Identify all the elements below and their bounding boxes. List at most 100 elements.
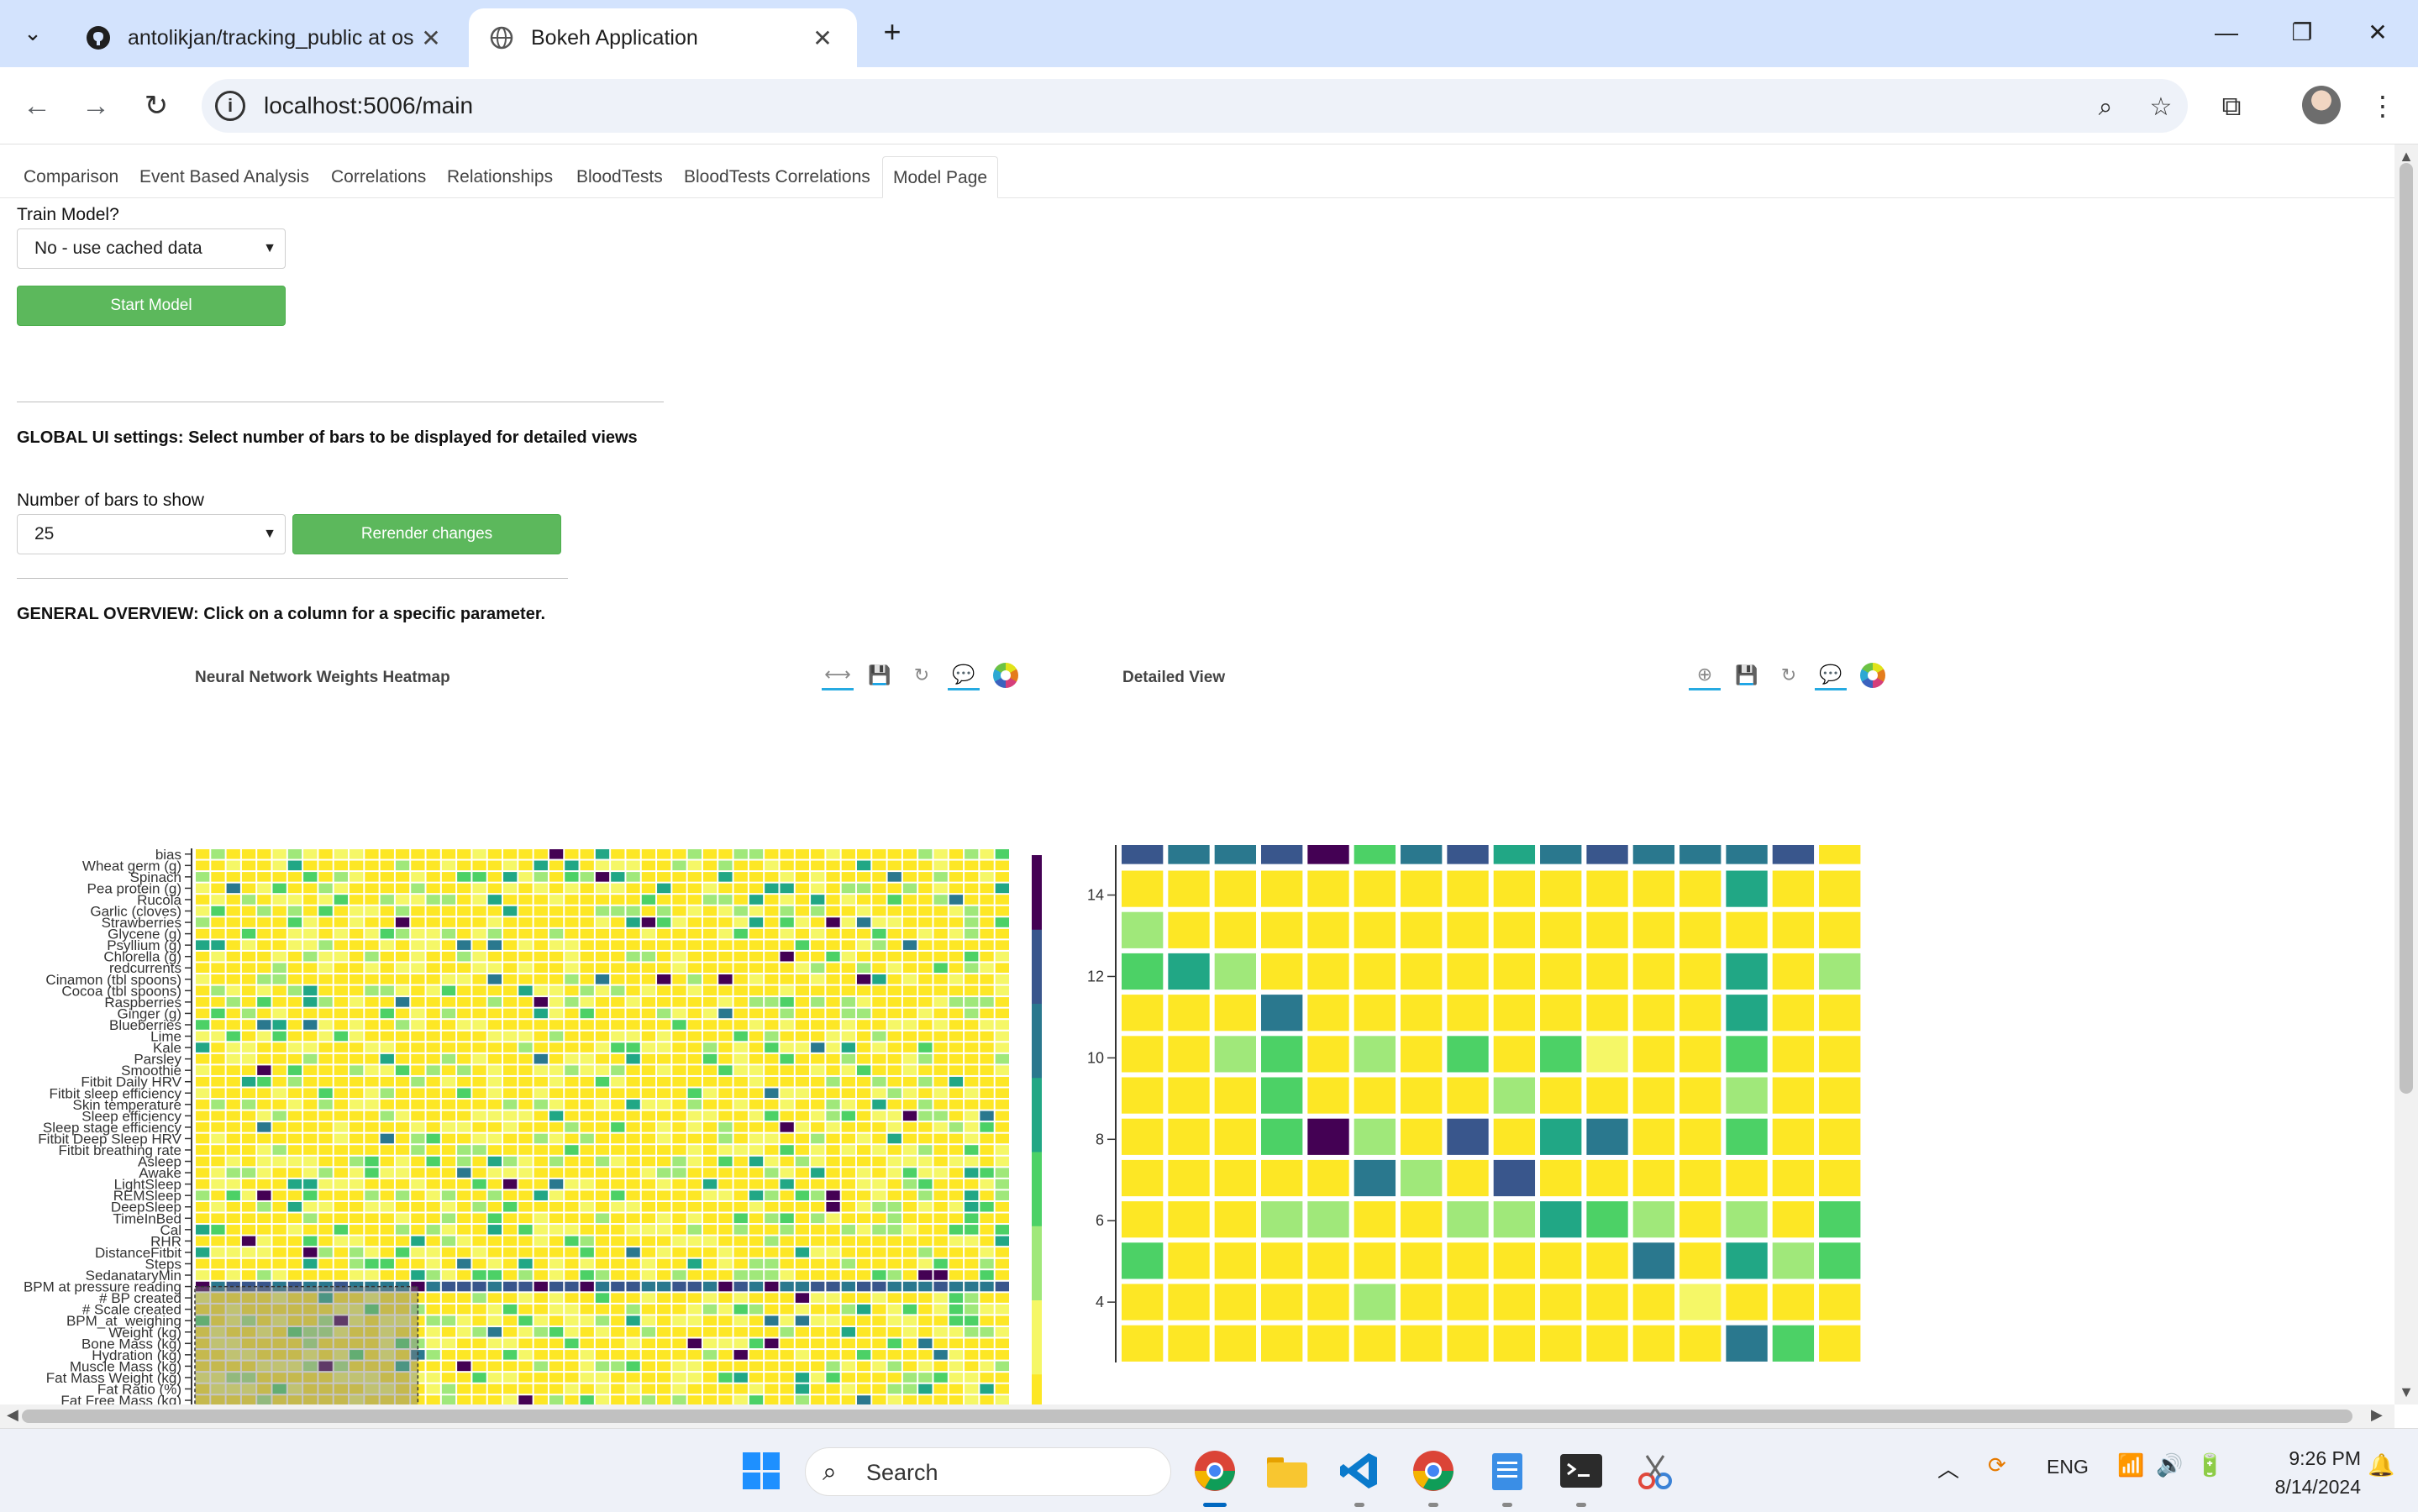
detail-cell[interactable] <box>1632 1242 1675 1279</box>
heatmap-cell[interactable] <box>918 1293 933 1303</box>
heatmap-cell[interactable] <box>780 974 794 984</box>
heatmap-cell[interactable] <box>257 1156 271 1167</box>
heatmap-cell[interactable] <box>811 1042 825 1053</box>
heatmap-cell[interactable] <box>365 1270 379 1280</box>
detail-cell[interactable] <box>1401 1118 1443 1155</box>
zoom-icon[interactable]: ⌕ <box>2089 91 2122 124</box>
heatmap-cell[interactable] <box>718 1338 733 1349</box>
heatmap-cell[interactable] <box>241 1088 256 1099</box>
heatmap-cell[interactable] <box>765 1076 779 1087</box>
heatmap-cell[interactable] <box>303 940 318 950</box>
detail-cell[interactable] <box>1168 870 1210 907</box>
heatmap-cell[interactable] <box>795 1179 810 1189</box>
heatmap-cell[interactable] <box>856 1133 871 1144</box>
heatmap-cell[interactable] <box>856 997 871 1007</box>
heatmap-cell[interactable] <box>196 1042 210 1053</box>
heatmap-cell[interactable] <box>795 860 810 871</box>
heatmap-cell[interactable] <box>626 1133 640 1144</box>
heatmap-cell[interactable] <box>503 1190 518 1200</box>
heatmap-cell[interactable] <box>811 1156 825 1167</box>
heatmap-cell[interactable] <box>672 1088 686 1099</box>
heatmap-cell[interactable] <box>933 1225 948 1235</box>
heatmap-cell[interactable] <box>380 1225 394 1235</box>
heatmap-cell[interactable] <box>457 928 471 939</box>
heatmap-cell[interactable] <box>733 872 748 882</box>
heatmap-cell[interactable] <box>626 928 640 939</box>
heatmap-cell[interactable] <box>765 974 779 984</box>
heatmap-cell[interactable] <box>749 1156 764 1167</box>
heatmap-cell[interactable] <box>995 1100 1009 1110</box>
heatmap-cell[interactable] <box>287 1042 302 1053</box>
heatmap-cell[interactable] <box>995 1053 1009 1064</box>
heatmap-cell[interactable] <box>395 1133 410 1144</box>
heatmap-cell[interactable] <box>702 1258 718 1269</box>
heatmap-cell[interactable] <box>350 1201 364 1212</box>
heatmap-cell[interactable] <box>503 860 518 871</box>
heatmap-cell[interactable] <box>687 906 702 916</box>
detail-cell[interactable] <box>1819 1325 1861 1362</box>
heatmap-cell[interactable] <box>318 951 333 962</box>
heatmap-cell[interactable] <box>395 951 410 962</box>
heatmap-cell[interactable] <box>841 1179 855 1189</box>
heatmap-cell[interactable] <box>672 906 686 916</box>
heatmap-cell[interactable] <box>965 1258 979 1269</box>
detail-cell[interactable] <box>1401 1036 1443 1073</box>
heatmap-cell[interactable] <box>887 1190 901 1200</box>
heatmap-cell[interactable] <box>995 1065 1009 1075</box>
heatmap-cell[interactable] <box>872 1373 886 1383</box>
heatmap-cell[interactable] <box>303 1190 318 1200</box>
heatmap-cell[interactable] <box>826 1042 840 1053</box>
heatmap-cell[interactable] <box>580 849 594 859</box>
heatmap-cell[interactable] <box>749 1145 764 1155</box>
heatmap-cell[interactable] <box>949 1315 964 1326</box>
detail-cell[interactable] <box>1726 1242 1768 1279</box>
detail-cell[interactable] <box>1168 1325 1210 1362</box>
heatmap-cell[interactable] <box>949 1145 964 1155</box>
heatmap-cell[interactable] <box>380 1190 394 1200</box>
heatmap-cell[interactable] <box>411 1020 425 1030</box>
heatmap-cell[interactable] <box>780 1247 794 1257</box>
heatmap-cell[interactable] <box>980 1213 994 1224</box>
heatmap-cell[interactable] <box>565 1100 579 1110</box>
heatmap-cell[interactable] <box>595 1201 610 1212</box>
heatmap-cell[interactable] <box>441 1338 456 1349</box>
heatmap-cell[interactable] <box>518 1168 533 1178</box>
detail-cell[interactable] <box>1447 1077 1489 1114</box>
heatmap-cell[interactable] <box>980 951 994 962</box>
heatmap-cell[interactable] <box>549 1350 564 1360</box>
detail-cell[interactable] <box>1214 1201 1257 1238</box>
heatmap-cell[interactable] <box>965 1020 979 1030</box>
heatmap-cell[interactable] <box>426 963 440 974</box>
heatmap-cell[interactable] <box>303 1201 318 1212</box>
heatmap-cell[interactable] <box>303 849 318 859</box>
heatmap-cell[interactable] <box>411 1065 425 1075</box>
heatmap-cell[interactable] <box>196 1065 210 1075</box>
heatmap-cell[interactable] <box>595 985 610 996</box>
heatmap-cell[interactable] <box>580 1258 594 1269</box>
heatmap-cell[interactable] <box>318 963 333 974</box>
heatmap-cell[interactable] <box>887 883 901 894</box>
heatmap-cell[interactable] <box>595 963 610 974</box>
avatar[interactable] <box>2302 86 2341 124</box>
heatmap-cell[interactable] <box>780 1122 794 1132</box>
heatmap-cell[interactable] <box>641 1065 656 1075</box>
heatmap-cell[interactable] <box>226 1258 240 1269</box>
heatmap-cell[interactable] <box>611 872 625 882</box>
heatmap-cell[interactable] <box>749 1383 764 1394</box>
heatmap-cell[interactable] <box>534 1236 548 1247</box>
heatmap-cell[interactable] <box>933 1326 948 1337</box>
heatmap-cell[interactable] <box>518 1179 533 1189</box>
heatmap-cell[interactable] <box>933 1315 948 1326</box>
heatmap-cell[interactable] <box>672 985 686 996</box>
heatmap-cell[interactable] <box>765 1201 779 1212</box>
heatmap-cell[interactable] <box>334 1020 349 1030</box>
detail-cell[interactable] <box>1586 1118 1628 1155</box>
heatmap-cell[interactable] <box>426 1201 440 1212</box>
heatmap-cell[interactable] <box>902 1293 917 1303</box>
heatmap-cell[interactable] <box>272 1008 286 1019</box>
heatmap-cell[interactable] <box>965 1168 979 1178</box>
heatmap-cell[interactable] <box>595 1065 610 1075</box>
heatmap-cell[interactable] <box>918 928 933 939</box>
heatmap-cell[interactable] <box>918 985 933 996</box>
heatmap-cell[interactable] <box>995 928 1009 939</box>
